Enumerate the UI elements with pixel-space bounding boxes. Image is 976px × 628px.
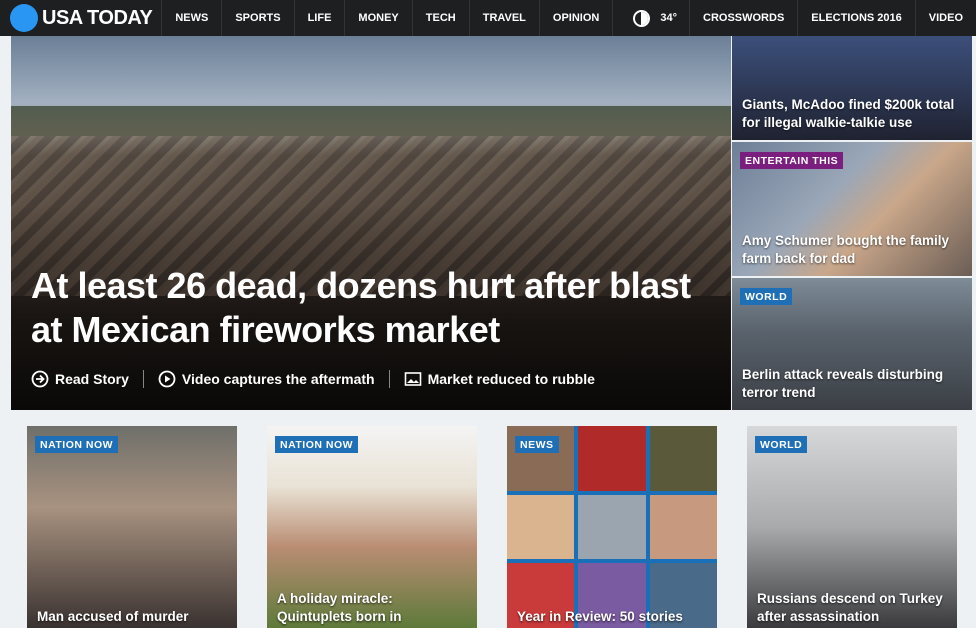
story-card[interactable]: NEWS Year in Review: 50 stories	[507, 426, 717, 628]
nav-news[interactable]: NEWS	[162, 0, 223, 36]
gallery-label: Market reduced to rubble	[427, 371, 595, 387]
nav-travel[interactable]: TRAVEL	[470, 0, 540, 36]
card-headline[interactable]: A holiday miracle: Quintuplets born in	[277, 590, 471, 626]
arrow-circle-icon	[31, 370, 49, 388]
card-headline[interactable]: Russians descend on Turkey after assassi…	[757, 590, 951, 626]
mosaic-tile	[507, 494, 575, 560]
side-story-headline[interactable]: Berlin attack reveals disturbing terror …	[742, 366, 964, 402]
extra-nav: CROSSWORDS ELECTIONS 2016 VIDEO	[690, 0, 976, 36]
section-badge: NATION NOW	[275, 436, 359, 453]
section-nav: NEWS SPORTS LIFE MONEY TECH TRAVEL OPINI…	[162, 0, 614, 36]
side-story[interactable]: ENTERTAIN THIS Amy Schumer bought the fa…	[732, 142, 972, 276]
story-card[interactable]: NATION NOW Man accused of murder	[27, 426, 237, 628]
mosaic-tile	[578, 494, 646, 560]
moon-icon	[633, 9, 651, 27]
nav-video[interactable]: VIDEO	[916, 0, 976, 36]
photo-icon	[404, 372, 421, 386]
mosaic-tile	[649, 426, 717, 491]
video-label: Video captures the aftermath	[181, 371, 375, 387]
hero-links: Read Story Video captures the aftermath …	[31, 370, 623, 388]
logo-text: USA TODAY	[42, 6, 153, 29]
card-headline[interactable]: Man accused of murder	[37, 608, 231, 626]
card-headline[interactable]: Year in Review: 50 stories	[517, 608, 711, 626]
section-badge: NATION NOW	[35, 436, 119, 453]
gallery-link[interactable]: Market reduced to rubble	[404, 370, 609, 388]
nav-opinion[interactable]: OPINION	[540, 0, 614, 36]
nav-tech[interactable]: TECH	[413, 0, 470, 36]
nav-crosswords[interactable]: CROSSWORDS	[690, 0, 799, 36]
section-badge: WORLD	[740, 288, 793, 305]
logo-circle-icon	[10, 4, 38, 32]
side-story[interactable]: WORLD Berlin attack reveals disturbing t…	[732, 278, 972, 410]
read-story-label: Read Story	[55, 371, 129, 387]
weather-widget[interactable]: 34°	[613, 0, 690, 36]
play-circle-icon	[158, 370, 176, 388]
video-link[interactable]: Video captures the aftermath	[158, 370, 390, 388]
section-badge: NEWS	[515, 436, 559, 453]
hero-story[interactable]: At least 26 dead, dozens hurt after blas…	[11, 36, 731, 410]
side-story-headline[interactable]: Giants, McAdoo fined $200k total for ill…	[742, 96, 964, 132]
hero-headline[interactable]: At least 26 dead, dozens hurt after blas…	[31, 264, 711, 352]
nav-sports[interactable]: SPORTS	[222, 0, 295, 36]
side-story[interactable]: Giants, McAdoo fined $200k total for ill…	[732, 36, 972, 140]
nav-money[interactable]: MONEY	[345, 0, 413, 36]
photo-mosaic	[507, 426, 717, 628]
story-card[interactable]: WORLD Russians descend on Turkey after a…	[747, 426, 957, 628]
section-badge: ENTERTAIN THIS	[740, 152, 844, 169]
site-logo[interactable]: USA TODAY	[0, 0, 163, 36]
hero-image	[11, 106, 731, 136]
story-card[interactable]: NATION NOW A holiday miracle: Quintuplet…	[267, 426, 477, 628]
section-badge: WORLD	[755, 436, 808, 453]
weather-temp: 34°	[660, 12, 677, 24]
top-nav: USA TODAY NEWS SPORTS LIFE MONEY TECH TR…	[0, 0, 976, 36]
mosaic-tile	[578, 426, 646, 491]
nav-elections-2016[interactable]: ELECTIONS 2016	[798, 0, 916, 36]
mosaic-tile	[649, 494, 717, 560]
nav-life[interactable]: LIFE	[295, 0, 346, 36]
read-story-link[interactable]: Read Story	[31, 370, 144, 388]
side-story-headline[interactable]: Amy Schumer bought the family farm back …	[742, 232, 964, 268]
